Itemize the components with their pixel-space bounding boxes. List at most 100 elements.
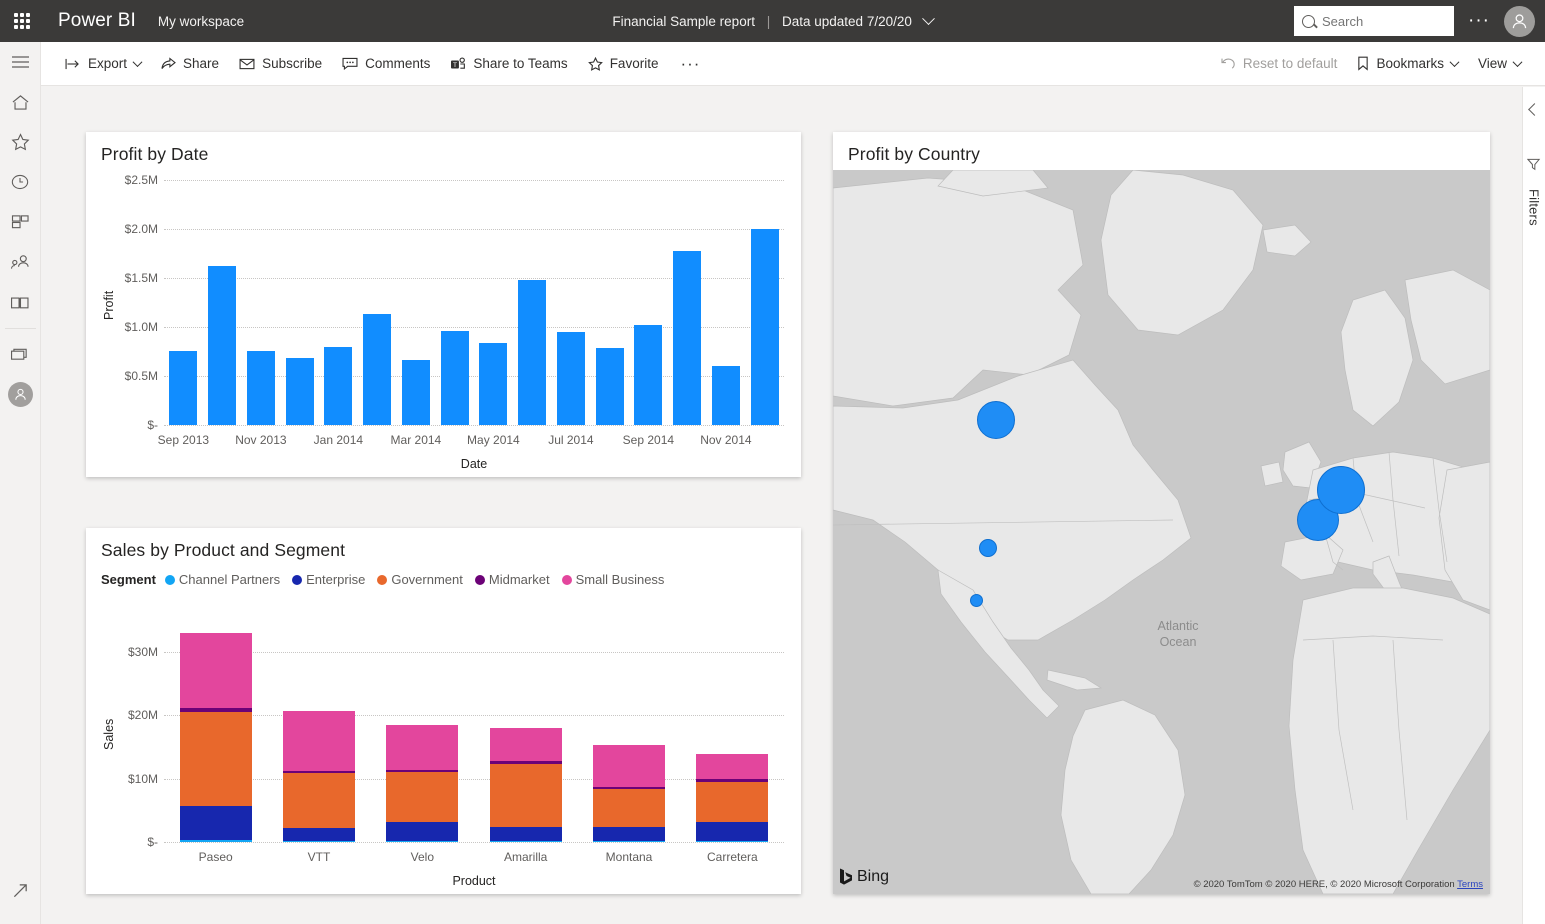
bar-segment[interactable] <box>386 772 459 823</box>
map-bubble[interactable] <box>969 593 983 607</box>
bar[interactable] <box>673 250 702 425</box>
bar[interactable] <box>246 350 275 425</box>
bar-segment[interactable] <box>179 711 252 807</box>
bar-segment[interactable] <box>386 822 459 841</box>
bar[interactable] <box>479 342 508 425</box>
bar-segment[interactable] <box>489 840 562 842</box>
bing-map[interactable]: Atlantic Ocean Bing © 2020 TomTom © 2020… <box>833 170 1490 894</box>
powerbi-brand-logo[interactable]: Power BI <box>58 10 136 32</box>
bar-segment[interactable] <box>282 772 356 829</box>
bookmark-icon <box>1358 56 1369 71</box>
bar-segment[interactable] <box>179 707 252 712</box>
visual-sales-by-product-and-segment[interactable]: Sales by Product and Segment Segment Cha… <box>86 528 801 894</box>
data-updated-label[interactable]: Data updated 7/20/20 <box>782 14 912 29</box>
map-bubble[interactable] <box>1317 466 1365 514</box>
sidebar-item-learn[interactable] <box>0 282 41 322</box>
bar-segment[interactable] <box>696 779 769 782</box>
share-button[interactable]: Share <box>151 48 229 80</box>
bar-segment[interactable] <box>592 826 666 841</box>
bar-segment[interactable] <box>696 781 769 823</box>
bar-segment[interactable] <box>282 828 356 841</box>
share-to-teams-button[interactable]: T Share to Teams <box>440 48 577 80</box>
bar[interactable] <box>556 331 585 425</box>
sidebar-item-shared-with-me[interactable] <box>0 242 41 282</box>
chevron-left-icon[interactable] <box>1527 103 1541 116</box>
chevron-down-icon[interactable] <box>921 11 935 25</box>
sidebar-item-recent[interactable] <box>0 162 41 202</box>
bar[interactable] <box>518 279 547 425</box>
bar-segment[interactable] <box>179 840 252 842</box>
bar[interactable] <box>285 358 314 425</box>
bar[interactable] <box>363 314 392 425</box>
export-button[interactable]: Export <box>55 48 151 80</box>
bar-segment[interactable] <box>592 786 666 789</box>
comments-button[interactable]: Comments <box>332 48 440 80</box>
bar[interactable] <box>208 266 237 425</box>
bar-segment[interactable] <box>386 724 459 771</box>
bar[interactable] <box>440 330 469 425</box>
topbar-more-button[interactable]: ··· <box>1454 11 1504 30</box>
sidebar-item-home[interactable] <box>0 82 41 122</box>
x-axis-tick: Montana <box>605 850 653 864</box>
bar[interactable] <box>750 229 779 425</box>
export-label: Export <box>88 56 128 71</box>
favorite-button[interactable]: Favorite <box>578 48 669 80</box>
bar-segment[interactable] <box>179 632 252 708</box>
sidebar-item-favorites[interactable] <box>0 122 41 162</box>
sidebar-item-expand[interactable] <box>0 870 41 910</box>
workspace-breadcrumb[interactable]: My workspace <box>158 14 244 29</box>
visual-profit-by-country[interactable]: Profit by Country Atlantic Ocean Bing © … <box>833 132 1490 894</box>
y-axis-tick: $- <box>147 835 158 849</box>
sidebar-item-workspaces[interactable] <box>0 334 41 374</box>
arrow-up-right-icon <box>13 883 27 897</box>
search-input[interactable] <box>1322 13 1433 29</box>
map-terms-link[interactable]: Terms <box>1457 879 1483 890</box>
filter-icon[interactable] <box>1527 158 1541 171</box>
bar[interactable] <box>324 346 353 425</box>
subscribe-button[interactable]: Subscribe <box>229 48 332 80</box>
search-box[interactable] <box>1294 6 1455 36</box>
bar-segment[interactable] <box>179 806 252 841</box>
bar-segment[interactable] <box>489 763 562 827</box>
chevron-down-icon[interactable] <box>132 57 143 68</box>
search-icon <box>1302 14 1316 28</box>
reset-to-default-button[interactable]: Reset to default <box>1211 48 1348 80</box>
teams-icon: T <box>451 56 466 68</box>
view-button[interactable]: View <box>1468 48 1531 80</box>
bing-logo[interactable]: Bing <box>839 868 889 886</box>
bar-segment[interactable] <box>282 840 356 842</box>
bar-segment[interactable] <box>696 822 769 841</box>
bar[interactable] <box>711 366 740 425</box>
bar-segment[interactable] <box>489 761 562 764</box>
bar-segment[interactable] <box>696 840 769 842</box>
chevron-down-icon[interactable] <box>1449 57 1460 68</box>
bar-segment[interactable] <box>592 788 666 827</box>
sidebar-item-my-workspace[interactable] <box>0 374 41 414</box>
visual-profit-by-date[interactable]: Profit by Date Profit $- $0.5M $1.0M $1.5M $2… <box>86 132 801 477</box>
left-navigation-rail <box>0 42 41 924</box>
commandbar-more-button[interactable]: ··· <box>668 55 712 72</box>
map-bubble[interactable] <box>977 401 1015 439</box>
bar-segment[interactable] <box>386 770 459 773</box>
bar[interactable] <box>595 347 624 425</box>
y-axis-tick: $1.0M <box>124 320 158 334</box>
map-bubble[interactable] <box>979 539 997 557</box>
bar-segment[interactable] <box>282 710 356 771</box>
bar-segment[interactable] <box>386 840 459 842</box>
app-launcher-icon[interactable] <box>0 0 44 42</box>
sidebar-item-apps[interactable] <box>0 202 41 242</box>
bar-segment[interactable] <box>592 745 666 787</box>
bar[interactable] <box>169 350 198 425</box>
bar-segment[interactable] <box>592 840 666 842</box>
bar[interactable] <box>401 360 430 425</box>
bookmarks-button[interactable]: Bookmarks <box>1347 48 1468 80</box>
bar-segment[interactable] <box>696 754 769 780</box>
chevron-down-icon[interactable] <box>1512 57 1523 68</box>
bar-segment[interactable] <box>489 728 562 762</box>
rail-divider <box>4 328 36 329</box>
bar-segment[interactable] <box>489 826 562 841</box>
bar-segment[interactable] <box>282 770 356 773</box>
sidebar-item-navigation-menu[interactable] <box>0 42 41 82</box>
bar[interactable] <box>634 325 663 425</box>
user-avatar-icon[interactable] <box>1504 5 1535 37</box>
